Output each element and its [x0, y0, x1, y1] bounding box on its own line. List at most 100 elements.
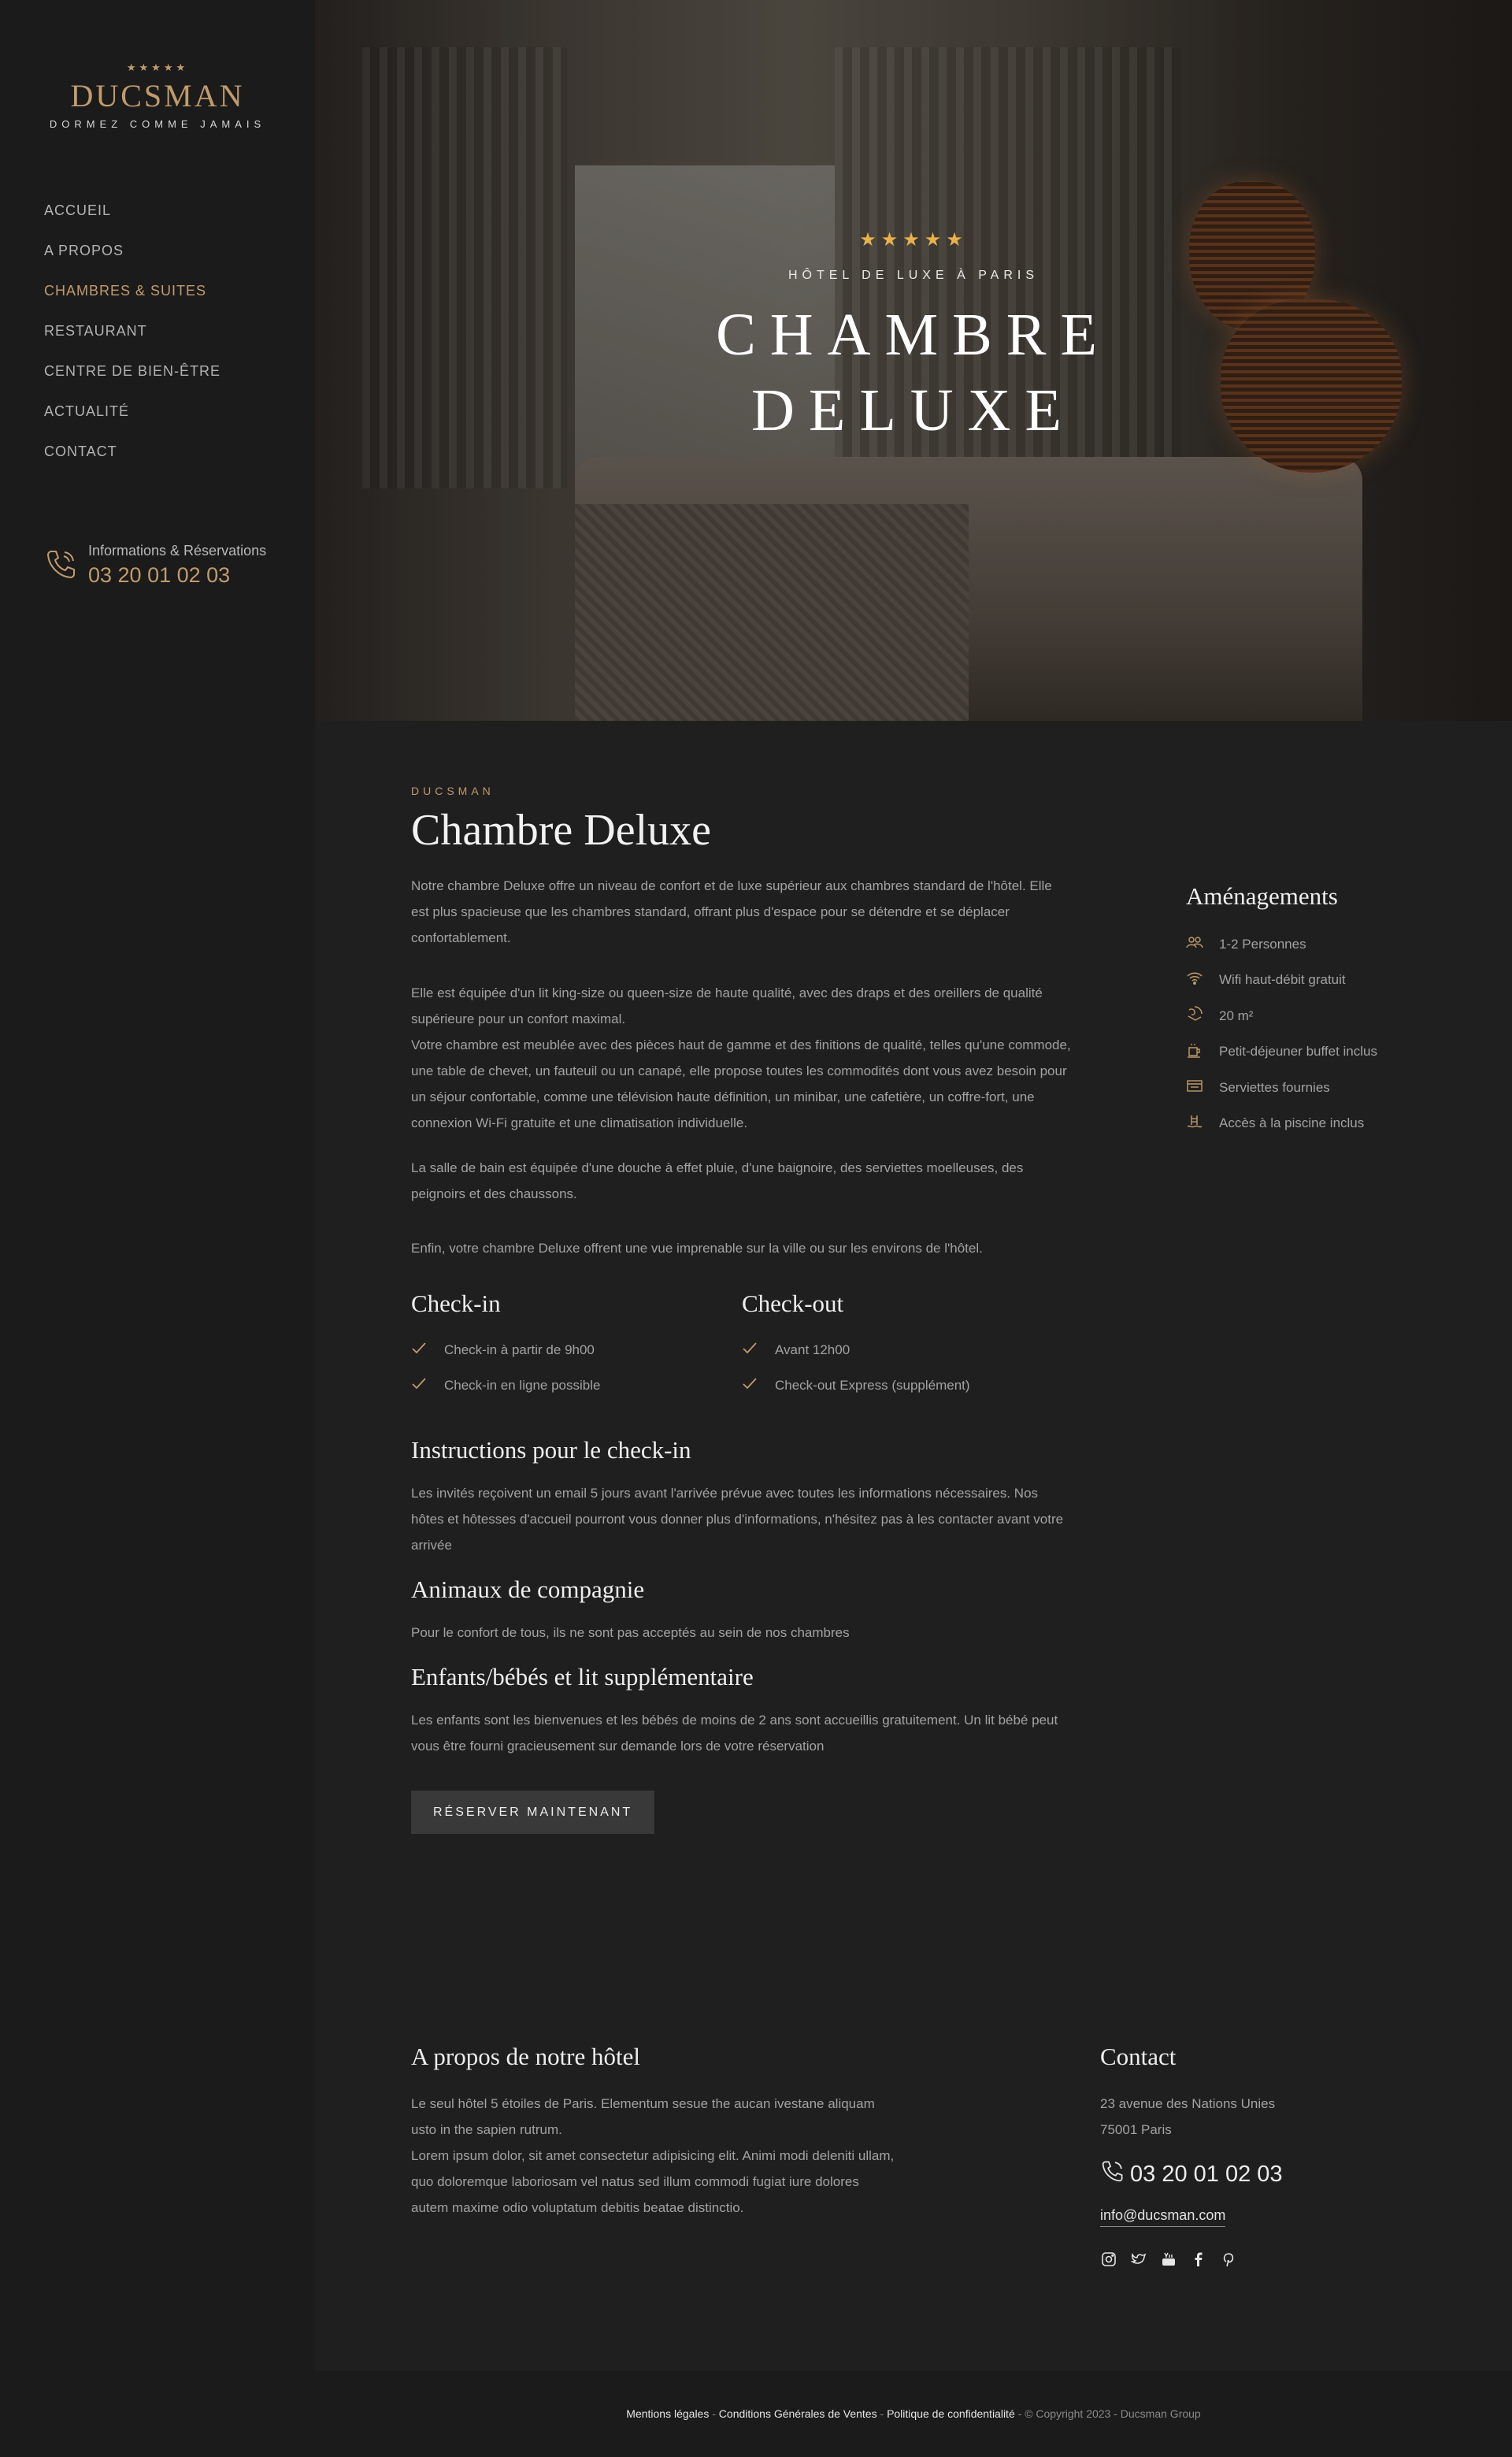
- amenity-label: Petit-déjeuner buffet inclus: [1219, 1044, 1377, 1060]
- hero-title-line-2: DELUXE: [751, 377, 1076, 444]
- hero-stars: ★★★★★: [859, 229, 968, 251]
- logo-stars: ★★★★★: [126, 61, 189, 73]
- amenity-label: 20 m²: [1219, 1008, 1254, 1023]
- footer-about-text-2: Lorem ipsum dolor, sit amet consectetur …: [411, 2148, 895, 2215]
- nav-item-accueil[interactable]: ACCUEIL: [44, 199, 220, 239]
- sidebar-contact-label: Informations & Réservations: [88, 543, 267, 559]
- facebook-icon[interactable]: [1190, 2251, 1207, 2268]
- room-description-2: Elle est équipée d'un lit king-size ou q…: [411, 985, 1043, 1026]
- sidebar-contact: Informations & Réservations 03 20 01 02 …: [44, 540, 266, 589]
- footer-address-line-1: 23 avenue des Nations Unies: [1100, 2096, 1276, 2111]
- footer-about-title: A propos de notre hôtel: [411, 2043, 641, 2070]
- check-in-item: Check-in en ligne possible: [411, 1368, 742, 1403]
- check-in-item: Check-in à partir de 9h00: [411, 1332, 742, 1368]
- amenity-item: Petit-déjeuner buffet inclus: [1186, 1034, 1446, 1071]
- hero-banner: ★★★★★ HÔTEL DE LUXE À PARIS CHAMBRE DELU…: [315, 0, 1512, 721]
- check-in-out: Check-in Check-in à partir de 9h00 Check…: [411, 1288, 1073, 1403]
- amenity-label: Serviettes fournies: [1219, 1079, 1330, 1095]
- twitter-icon[interactable]: [1130, 2251, 1147, 2268]
- phone-icon: [44, 540, 88, 585]
- hero-title-line-1: CHAMBRE: [716, 302, 1111, 368]
- pinterest-icon[interactable]: [1220, 2251, 1237, 2268]
- section-kicker: DUCSMAN: [411, 785, 495, 797]
- main-nav: ACCUEIL A PROPOS CHAMBRES & SUITES RESTA…: [44, 199, 220, 480]
- footer-about: A propos de notre hôtel Le seul hôtel 5 …: [411, 2040, 915, 2221]
- check-out-item: Avant 12h00: [742, 1332, 1073, 1368]
- amenity-item: Accès à la piscine inclus: [1186, 1106, 1446, 1142]
- check-out-section: Check-out Avant 12h00 Check-out Express …: [742, 1288, 1073, 1403]
- check-icon: [742, 1375, 775, 1395]
- check-icon: [411, 1340, 444, 1360]
- sidebar-phone-number[interactable]: 03 20 01 02 03: [88, 561, 266, 589]
- amenity-item: Wifi haut-débit gratuit: [1186, 963, 1446, 999]
- pool-icon: [1186, 1113, 1219, 1134]
- book-now-button[interactable]: RÉSERVER MAINTENANT: [411, 1791, 655, 1834]
- footer-phone-number: 03 20 01 02 03: [1130, 2161, 1283, 2187]
- check-in-section: Check-in Check-in à partir de 9h00 Check…: [411, 1288, 742, 1403]
- area-icon: [1186, 1005, 1219, 1026]
- check-out-title: Check-out: [742, 1290, 844, 1317]
- legal-link-privacy[interactable]: Politique de confidentialité: [887, 2407, 1015, 2420]
- social-links: [1100, 2251, 1431, 2268]
- instructions-title: Instructions pour le check-in: [411, 1436, 691, 1464]
- pets-text: Pour le confort de tous, ils ne sont pas…: [411, 1625, 850, 1640]
- wifi-icon: [1186, 970, 1219, 991]
- amenity-label: 1-2 Personnes: [1219, 936, 1306, 952]
- footer-contact-title: Contact: [1100, 2043, 1177, 2070]
- check-out-item: Check-out Express (supplément): [742, 1368, 1073, 1403]
- footer-about-text-1: Le seul hôtel 5 étoiles de Paris. Elemen…: [411, 2096, 875, 2137]
- check-out-item-label: Check-out Express (supplément): [775, 1377, 970, 1393]
- check-icon: [742, 1340, 775, 1360]
- page-title: Chambre Deluxe: [411, 806, 711, 855]
- room-description-5: Enfin, votre chambre Deluxe offrent une …: [411, 1241, 983, 1256]
- amenity-item: 1-2 Personnes: [1186, 926, 1446, 963]
- legal-separator: -: [876, 2407, 888, 2420]
- amenity-label: Wifi haut-débit gratuit: [1219, 972, 1346, 988]
- logo-tagline: DORMEZ COMME JAMAIS: [49, 118, 266, 130]
- nav-item-restaurant[interactable]: RESTAURANT: [44, 319, 220, 359]
- legal-separator: -: [1014, 2407, 1025, 2420]
- legal-separator: -: [709, 2407, 719, 2420]
- instagram-icon[interactable]: [1100, 2251, 1117, 2268]
- footer-email-link[interactable]: info@ducsman.com: [1100, 2207, 1226, 2227]
- logo-name: DUCSMAN: [70, 78, 245, 113]
- check-in-title: Check-in: [411, 1290, 501, 1317]
- people-icon: [1186, 933, 1219, 955]
- nav-item-a-propos[interactable]: A PROPOS: [44, 239, 220, 279]
- amenity-label: Accès à la piscine inclus: [1219, 1115, 1365, 1131]
- copyright: © Copyright 2023 - Ducsman Group: [1025, 2407, 1201, 2420]
- logo[interactable]: ★★★★★ DUCSMAN DORMEZ COMME JAMAIS: [0, 61, 315, 130]
- breakfast-icon: [1186, 1041, 1219, 1063]
- room-description-4: La salle de bain est équipée d'une douch…: [411, 1160, 1024, 1201]
- sidebar: ★★★★★ DUCSMAN DORMEZ COMME JAMAIS ACCUEI…: [0, 0, 315, 2457]
- towel-icon: [1186, 1077, 1219, 1098]
- amenities-title: Aménagements: [1186, 882, 1338, 910]
- youtube-icon[interactable]: [1160, 2251, 1177, 2268]
- hero-subtitle: HÔTEL DE LUXE À PARIS: [788, 269, 1040, 282]
- check-in-item-label: Check-in en ligne possible: [444, 1377, 601, 1393]
- footer-contact: Contact 23 avenue des Nations Unies 7500…: [1100, 2040, 1431, 2268]
- nav-item-chambres-suites[interactable]: CHAMBRES & SUITES: [44, 279, 220, 319]
- amenity-item: 20 m²: [1186, 998, 1446, 1034]
- room-description-1: Notre chambre Deluxe offre un niveau de …: [411, 878, 1052, 945]
- check-in-item-label: Check-in à partir de 9h00: [444, 1342, 595, 1357]
- check-icon: [411, 1375, 444, 1395]
- children-text: Les enfants sont les bienvenues et les b…: [411, 1713, 1058, 1754]
- nav-item-bien-etre[interactable]: CENTRE DE BIEN-ÊTRE: [44, 359, 220, 399]
- instructions-text: Les invités reçoivent un email 5 jours a…: [411, 1486, 1064, 1553]
- footer-address-line-2: 75001 Paris: [1100, 2122, 1172, 2137]
- hero-title: CHAMBRE DELUXE: [315, 297, 1512, 448]
- hero-text: ★★★★★ HÔTEL DE LUXE À PARIS CHAMBRE DELU…: [315, 228, 1512, 448]
- children-title: Enfants/bébés et lit supplémentaire: [411, 1663, 754, 1691]
- check-out-item-label: Avant 12h00: [775, 1342, 850, 1357]
- nav-item-actualite[interactable]: ACTUALITÉ: [44, 399, 220, 440]
- nav-item-contact[interactable]: CONTACT: [44, 440, 220, 480]
- legal-link-cgv[interactable]: Conditions Générales de Ventes: [719, 2407, 877, 2420]
- legal-link-mentions[interactable]: Mentions légales: [626, 2407, 709, 2420]
- footer-phone[interactable]: 03 20 01 02 03: [1100, 2158, 1431, 2190]
- legal-bar: Mentions légales - Conditions Générales …: [315, 2371, 1512, 2457]
- amenities: Aménagements 1-2 Personnes Wifi haut-déb…: [1186, 881, 1446, 1141]
- room-content: DUCSMAN Chambre Deluxe Notre chambre Del…: [411, 785, 1073, 1834]
- amenity-item: Serviettes fournies: [1186, 1070, 1446, 1106]
- room-description-3: Votre chambre est meublée avec des pièce…: [411, 1037, 1071, 1130]
